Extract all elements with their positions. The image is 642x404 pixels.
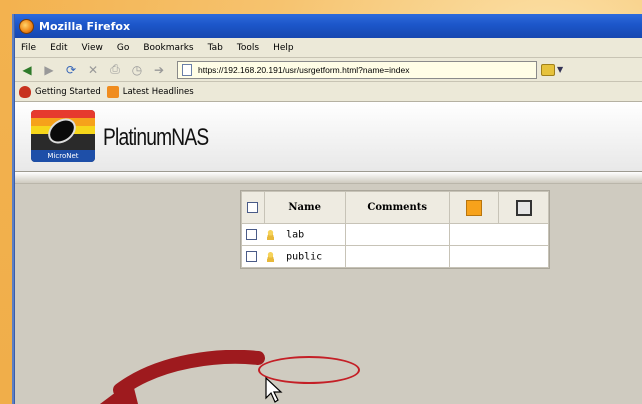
getting-started-icon: [19, 85, 31, 98]
chevron-down-icon[interactable]: ▼: [557, 65, 563, 74]
user-name: lab: [286, 229, 305, 241]
empty-cell: [448, 223, 550, 246]
bookmark-label: Getting Started: [35, 86, 101, 97]
comments-cell: [344, 245, 450, 268]
menu-help[interactable]: Help: [273, 43, 294, 53]
table-row[interactable]: lab: [241, 223, 550, 246]
menu-view[interactable]: View: [82, 43, 103, 53]
stop-icon[interactable]: ✕: [85, 62, 101, 78]
menu-tools[interactable]: Tools: [237, 43, 259, 53]
brand-name: MicroNet: [31, 150, 95, 162]
title-bar: Mozilla Firefox: [15, 14, 642, 38]
menu-edit[interactable]: Edit: [50, 43, 67, 53]
properties-column-header[interactable]: [498, 191, 549, 224]
go-icon[interactable]: ➔: [151, 62, 167, 78]
user-name: public: [286, 251, 323, 263]
user-table: Name Comments lab public: [240, 190, 550, 269]
banner-band: [15, 172, 642, 184]
bookmark-label: Latest Headlines: [122, 86, 194, 97]
menu-tab[interactable]: Tab: [208, 43, 223, 53]
user-icon: [265, 228, 277, 240]
curved-arrow-icon: [100, 350, 265, 404]
table-row[interactable]: public: [241, 245, 550, 268]
menu-file[interactable]: File: [21, 43, 36, 53]
page-icon: [182, 63, 192, 76]
bookmark-getting-started[interactable]: Getting Started: [19, 85, 101, 98]
row-checkbox[interactable]: [246, 250, 257, 262]
mouse-cursor-icon: [265, 376, 283, 403]
table-header-row: Name Comments: [241, 191, 549, 224]
lock-icon[interactable]: [541, 63, 555, 76]
empty-cell: [448, 245, 550, 268]
product-name: PlatinumNAS: [103, 124, 209, 151]
properties-icon[interactable]: [515, 199, 532, 216]
name-cell: lab: [241, 223, 346, 246]
address-bar[interactable]: https://192.168.20.191/usr/usrgetform.ht…: [177, 60, 537, 79]
menu-bookmarks[interactable]: Bookmarks: [143, 43, 193, 53]
menu-go[interactable]: Go: [117, 43, 129, 53]
menu-bar: File Edit View Go Bookmarks Tab Tools He…: [15, 38, 642, 58]
micronet-logo: MicroNet: [31, 110, 95, 162]
edit-column-header[interactable]: [448, 191, 500, 224]
banner: MicroNet PlatinumNAS: [15, 102, 642, 172]
select-all-header[interactable]: [241, 191, 265, 224]
window-title: Mozilla Firefox: [39, 19, 131, 33]
navigation-toolbar: ◀ ▶ ⟳ ✕ ⎙ ◷ ➔ https://192.168.20.191/usr…: [15, 58, 642, 82]
bookmarks-toolbar: Getting Started Latest Headlines: [15, 82, 642, 102]
edit-icon[interactable]: [465, 199, 482, 216]
url-text: https://192.168.20.191/usr/usrgetform.ht…: [198, 64, 410, 75]
name-cell: public: [241, 245, 346, 268]
back-icon[interactable]: ◀: [19, 62, 35, 78]
comments-cell: [344, 223, 450, 246]
bookmark-latest-headlines[interactable]: Latest Headlines: [106, 85, 194, 98]
row-checkbox[interactable]: [246, 228, 257, 240]
forward-icon[interactable]: ▶: [41, 62, 57, 78]
history-icon[interactable]: ◷: [129, 62, 145, 78]
select-all-checkbox[interactable]: [247, 202, 259, 213]
comments-header[interactable]: Comments: [344, 191, 450, 224]
user-icon: [265, 250, 277, 262]
name-header[interactable]: Name: [263, 191, 346, 224]
print-icon[interactable]: ⎙: [107, 62, 123, 78]
firefox-icon: [19, 18, 34, 34]
reload-icon[interactable]: ⟳: [63, 62, 79, 78]
rss-icon: [106, 85, 119, 98]
